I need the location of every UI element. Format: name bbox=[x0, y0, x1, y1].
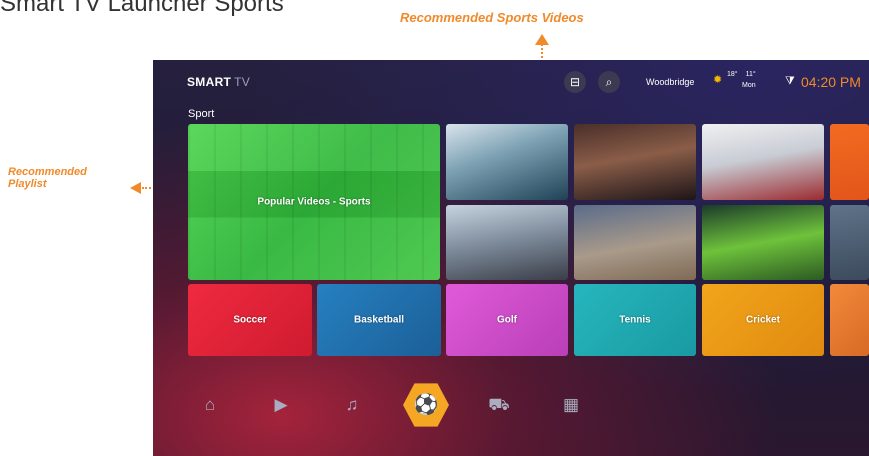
search-button[interactable]: ⌕ bbox=[598, 71, 620, 93]
callout-recommended-playlist: Recommended Playlist bbox=[8, 166, 87, 190]
category-basketball[interactable]: Basketball bbox=[317, 284, 441, 356]
music-icon[interactable]: ♫ bbox=[340, 395, 364, 415]
category-label: Tennis bbox=[619, 314, 651, 326]
video-thumbnail[interactable] bbox=[830, 205, 869, 280]
category-soccer[interactable]: Soccer bbox=[188, 284, 312, 356]
brand-text: SMART bbox=[187, 75, 232, 89]
playlist-label: Popular Videos - Sports bbox=[257, 196, 371, 208]
category-label: Basketball bbox=[353, 314, 405, 326]
category-label: Golf bbox=[497, 314, 517, 326]
brand-logo: SMART TV bbox=[187, 75, 250, 89]
weather-day: Mon bbox=[742, 82, 756, 89]
home-icon[interactable]: ⌂ bbox=[198, 395, 222, 415]
video-thumbnail[interactable] bbox=[574, 124, 696, 200]
category-more[interactable] bbox=[830, 284, 869, 356]
search-icon: ⌕ bbox=[605, 75, 613, 89]
video-thumbnail[interactable] bbox=[702, 205, 824, 280]
playlist-tile[interactable]: Popular Videos - Sports bbox=[188, 124, 440, 280]
wifi-icon: ⧩ bbox=[785, 75, 795, 87]
cart-icon[interactable]: ⛟ bbox=[487, 395, 511, 417]
video-thumbnail[interactable] bbox=[702, 124, 824, 200]
section-title: Sport bbox=[188, 108, 215, 120]
callout-recommended-videos: Recommended Sports Videos bbox=[400, 10, 584, 25]
brand-suffix: TV bbox=[234, 75, 251, 89]
input-source-button[interactable]: ⊟ bbox=[564, 71, 586, 93]
category-cricket[interactable]: Cricket bbox=[702, 284, 824, 356]
temp-high: 18° bbox=[727, 71, 738, 78]
category-label: Cricket bbox=[746, 314, 780, 326]
sun-icon: ✹ bbox=[713, 74, 723, 86]
callout-arrow-left-icon bbox=[130, 182, 141, 194]
input-source-icon: ⊟ bbox=[569, 75, 581, 89]
tv-screen: SMART TV ⊟ ⌕ Woodbridge ✹ 18° 11° Mon ⧩ 04… bbox=[153, 60, 869, 456]
video-thumbnail[interactable] bbox=[446, 124, 568, 200]
sports-icon[interactable]: ⚽ bbox=[403, 383, 449, 427]
weather-temps: 18° 11° bbox=[727, 71, 756, 78]
video-thumbnail[interactable] bbox=[446, 205, 568, 280]
category-label: Soccer bbox=[233, 314, 267, 326]
video-thumbnail[interactable] bbox=[830, 124, 869, 200]
video-thumbnail[interactable] bbox=[574, 205, 696, 280]
category-tennis[interactable]: Tennis bbox=[574, 284, 696, 356]
clock: 04:20 PM bbox=[801, 74, 861, 90]
category-golf[interactable]: Golf bbox=[446, 284, 568, 356]
apps-icon[interactable]: ▦ bbox=[559, 395, 583, 415]
video-icon[interactable]: ▶ bbox=[269, 395, 293, 415]
page-heading: Smart TV Launcher Sports bbox=[0, 0, 284, 17]
weather-location: Woodbridge bbox=[646, 77, 695, 87]
temp-low: 11° bbox=[745, 71, 756, 78]
